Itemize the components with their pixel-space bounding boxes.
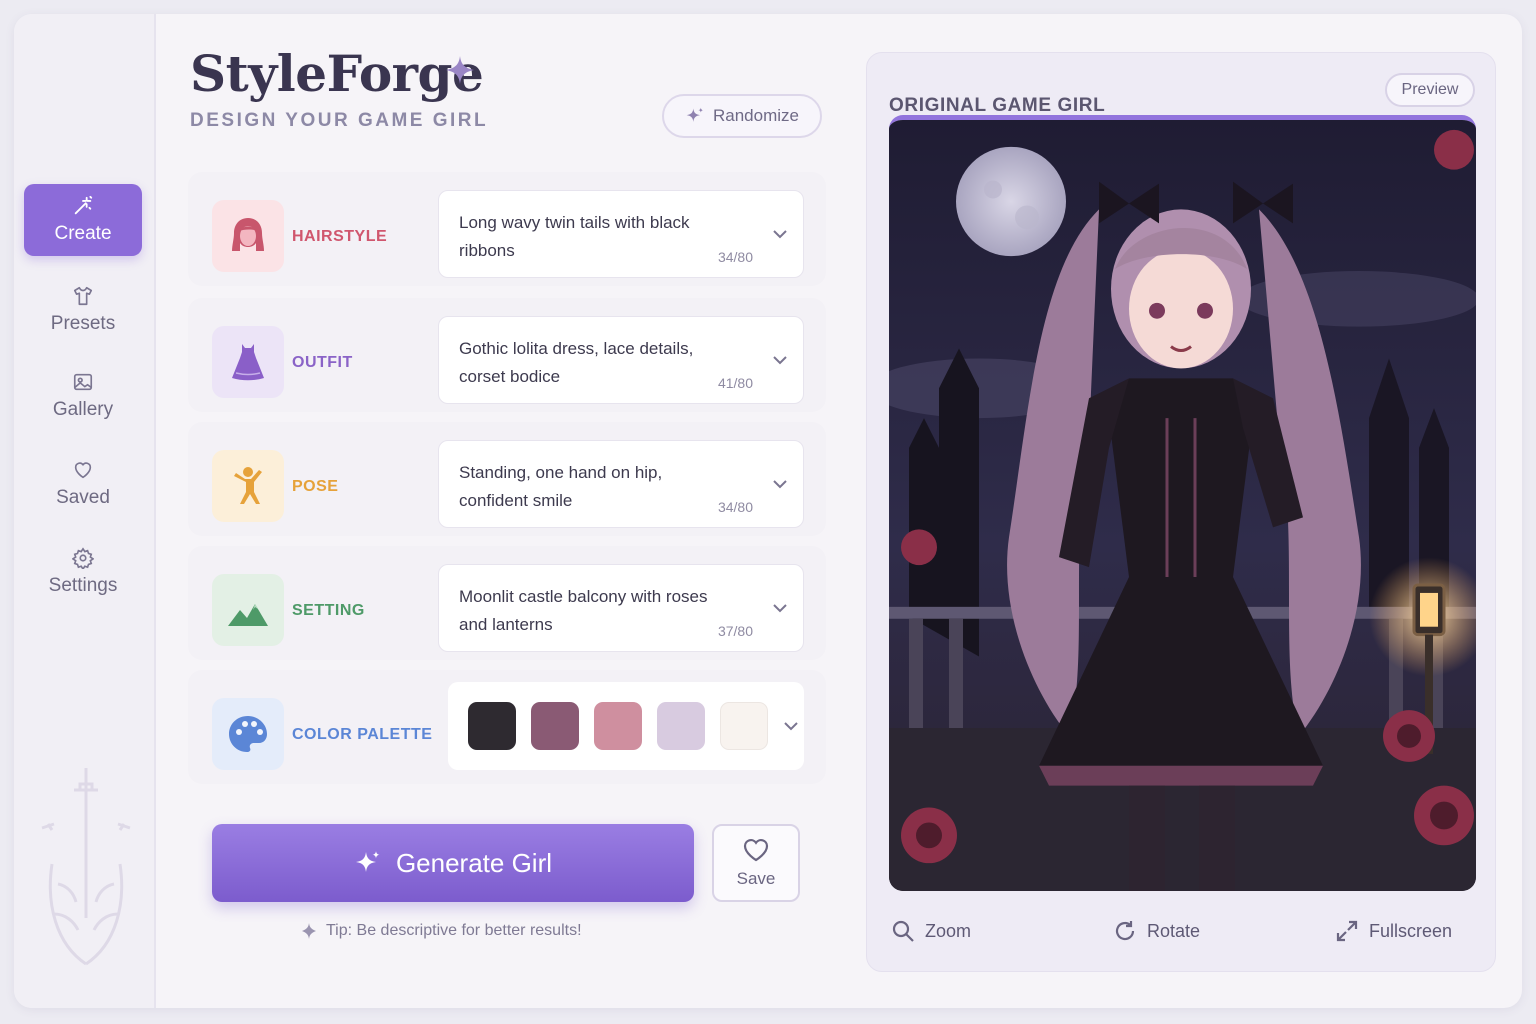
setting-input[interactable]: Moonlit castle balcony with roses and la… [438,564,804,652]
sidebar: Create Presets Gallery Saved Settings [14,14,156,1008]
color-swatch[interactable] [594,702,642,750]
rotate-icon [1115,921,1135,941]
shirt-icon [73,286,93,306]
tip-text: Tip: Be descriptive for better results! [300,922,582,940]
chevron-down-icon[interactable] [771,226,789,242]
hairstyle-input[interactable]: Long wavy twin tails with black ribbons … [438,190,804,278]
hairstyle-icon-box [212,200,284,272]
rotate-button[interactable]: Rotate [1113,919,1200,943]
preview-button[interactable]: Preview [1385,73,1475,107]
hairstyle-card: HAIRSTYLE Long wavy twin tails with blac… [188,172,826,286]
chevron-down-icon[interactable] [771,476,789,492]
field-label: POSE [292,478,339,495]
field-value: Standing, one hand on hip, confident smi… [459,463,663,510]
fullscreen-label: Fullscreen [1369,920,1453,941]
outfit-card: OUTFIT Gothic lolita dress, lace details… [188,298,826,412]
field-label: HAIRSTYLE [292,228,388,245]
search-icon [892,920,914,942]
sidebar-item-settings[interactable]: Settings [24,536,142,608]
sparkle-icon [686,107,704,122]
app-window: Create Presets Gallery Saved Settings St… [14,14,1522,1008]
palette-icon-box [212,698,284,770]
outfit-icon-box [212,326,284,398]
sidebar-item-label: Create [54,223,112,244]
preview-pill-label: Preview [1401,81,1459,98]
generate-label: Generate Girl [395,847,553,878]
heart-icon [743,839,769,862]
color-swatch[interactable] [531,702,579,750]
field-label: OUTFIT [292,354,353,371]
save-button[interactable]: Save [712,824,800,902]
gear-icon [72,547,94,569]
sidebar-item-create[interactable]: Create [24,184,142,256]
fullscreen-button[interactable]: Fullscreen [1335,919,1452,943]
hairstyle-icon [232,218,264,251]
randomize-button[interactable]: Randomize [662,94,822,138]
zoom-button[interactable]: Zoom [891,919,971,943]
save-label: Save [736,869,776,888]
color-palette-picker [448,682,804,770]
heart-icon [74,462,92,479]
field-label: SETTING [292,602,365,619]
randomize-label: Randomize [713,106,799,125]
mountain-icon [228,604,268,626]
sparkle-icon [355,851,380,872]
preview-title: ORIGINAL GAME GIRL [889,95,1106,116]
sparkle-icon [302,923,316,939]
field-value: Gothic lolita dress, lace details, corse… [459,339,694,386]
magic-wand-icon [74,195,93,215]
pose-icon [234,467,262,504]
sidebar-item-gallery[interactable]: Gallery [24,360,142,432]
color-swatch[interactable] [657,702,705,750]
color-swatch[interactable] [720,702,768,750]
field-value: Long wavy twin tails with black ribbons [459,213,690,260]
char-count: 34/80 [717,249,753,265]
char-count: 37/80 [717,623,753,639]
app-subtitle: DESIGN YOUR GAME GIRL [190,110,489,131]
chevron-down-icon[interactable] [782,718,800,734]
generate-button[interactable]: Generate Girl [212,824,694,902]
sidebar-item-saved[interactable]: Saved [24,448,142,520]
char-count: 41/80 [717,375,753,391]
sidebar-item-label: Presets [50,313,116,334]
chevron-down-icon[interactable] [771,600,789,616]
char-count: 34/80 [717,499,753,515]
pose-icon-box [212,450,284,522]
generated-character-image[interactable] [889,115,1476,891]
expand-icon [1336,920,1358,942]
pose-card: POSE Standing, one hand on hip, confiden… [188,422,826,536]
sparkle-icon [446,56,474,84]
palette-icon [229,716,267,752]
sidebar-item-label: Settings [48,575,118,596]
image-icon [73,373,93,391]
setting-card: SETTING Moonlit castle balcony with rose… [188,546,826,660]
app-title: StyleForge [190,44,484,103]
preview-panel: ORIGINAL GAME GIRL Preview Zoom Rotate F… [866,52,1496,972]
sidebar-item-presets[interactable]: Presets [24,274,142,346]
color-swatch[interactable] [468,702,516,750]
field-label: COLOR PALETTE [292,726,433,743]
pose-input[interactable]: Standing, one hand on hip, confident smi… [438,440,804,528]
color-palette-card: COLOR PALETTE [188,670,826,784]
sidebar-item-label: Saved [56,487,110,508]
zoom-label: Zoom [925,920,972,941]
sidebar-item-label: Gallery [52,399,114,420]
outfit-input[interactable]: Gothic lolita dress, lace details, corse… [438,316,804,404]
field-value: Moonlit castle balcony with roses and la… [459,587,708,634]
setting-icon-box [212,574,284,646]
character-illustration [889,120,1476,891]
rotate-label: Rotate [1147,920,1201,941]
dress-icon [232,344,264,381]
tip-label: Tip: Be descriptive for better results! [326,922,582,939]
chevron-down-icon[interactable] [771,352,789,368]
sword-emblem-icon [41,768,131,966]
